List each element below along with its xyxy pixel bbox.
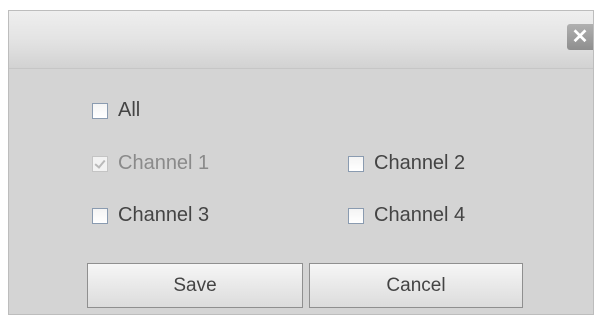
checkbox-all[interactable] [92, 102, 108, 119]
checkbox-channel-1 [92, 155, 108, 172]
checkbox-channel-2[interactable] [348, 155, 364, 172]
checkbox-channel-3-label: Channel 3 [118, 204, 210, 226]
checkbox-channel-3[interactable] [92, 207, 108, 224]
dialog-titlebar: ✕ [9, 11, 593, 69]
save-button[interactable]: Save [87, 263, 303, 308]
checkbox-all-row[interactable]: All [92, 99, 140, 122]
channel-select-dialog: ✕ All Channel 1 Channel 2 Channel 3 Chan… [8, 10, 594, 315]
checkbox-all-label: All [118, 99, 141, 121]
checkbox-channel-3-row[interactable]: Channel 3 [92, 204, 209, 227]
checkbox-channel-2-row[interactable]: Channel 2 [348, 152, 465, 175]
checkbox-channel-4-label: Channel 4 [374, 204, 466, 226]
checkbox-channel-2-label: Channel 2 [374, 152, 466, 174]
checkbox-channel-4[interactable] [348, 207, 364, 224]
cancel-button[interactable]: Cancel [309, 263, 523, 308]
checkbox-channel-1-label: Channel 1 [118, 152, 210, 174]
checkbox-channel-1-row: Channel 1 [92, 152, 209, 175]
checkbox-channel-4-row[interactable]: Channel 4 [348, 204, 465, 227]
close-icon[interactable]: ✕ [567, 24, 593, 50]
